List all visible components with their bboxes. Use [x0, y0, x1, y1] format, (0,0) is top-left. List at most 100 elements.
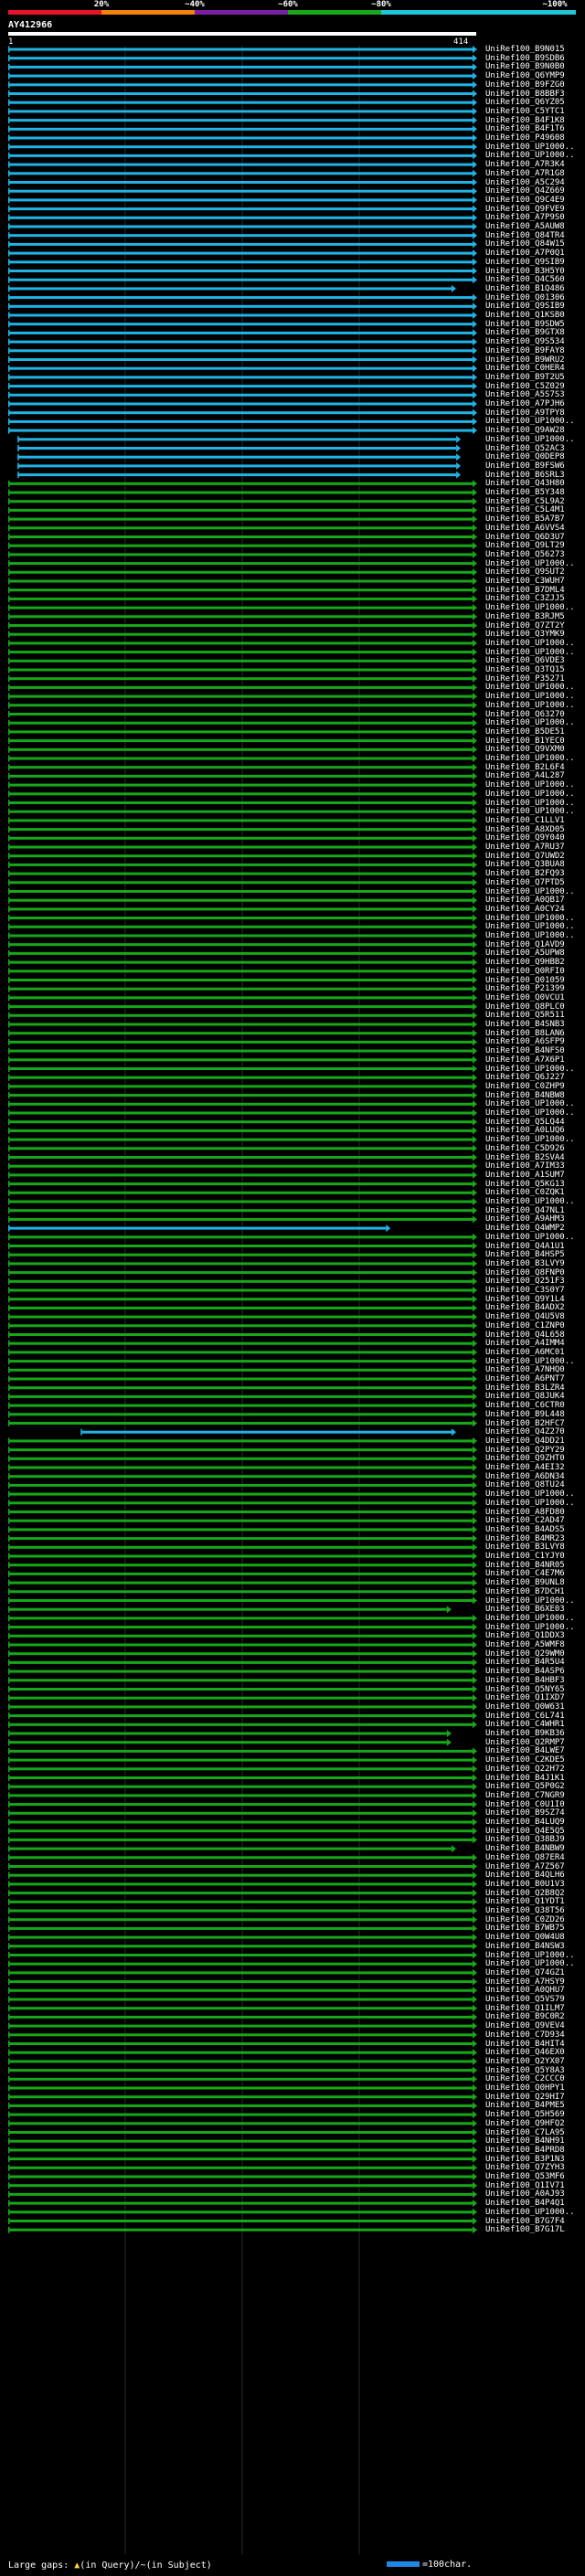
hit-label[interactable]: UniRef100_UP1000..: [485, 1489, 575, 1499]
hit-label[interactable]: UniRef100_C7NGR9: [485, 1791, 565, 1800]
hit-label[interactable]: UniRef100_Q22H72: [485, 1765, 565, 1774]
hit-label[interactable]: UniRef100_B9UNL8: [485, 1578, 565, 1587]
hit-label[interactable]: UniRef100_C0U1I0: [485, 1800, 565, 1809]
hit-label[interactable]: UniRef100_UP1000..: [485, 1135, 575, 1144]
hit-label[interactable]: UniRef100_UP1000..: [485, 931, 575, 940]
hit-bar[interactable]: [17, 435, 462, 443]
hit-label[interactable]: UniRef100_Q38BJ9: [485, 1835, 565, 1844]
hit-label[interactable]: UniRef100_B9SDB6: [485, 54, 565, 63]
hit-label[interactable]: UniRef100_B4NFS0: [485, 1046, 565, 1055]
hit-label[interactable]: UniRef100_Q4Z669: [485, 186, 565, 196]
hit-label[interactable]: UniRef100_UP1000..: [485, 1108, 575, 1118]
hit-label[interactable]: UniRef100_Q29HI7: [485, 2093, 565, 2102]
hit-label[interactable]: UniRef100_Q0HPY1: [485, 2083, 565, 2093]
hit-label[interactable]: UniRef100_C6L741: [485, 1712, 565, 1721]
hit-label[interactable]: UniRef100_P21399: [485, 984, 565, 993]
hit-label[interactable]: UniRef100_B9FZG0: [485, 80, 565, 90]
hit-label[interactable]: UniRef100_Q7ZT2Y: [485, 621, 565, 631]
hit-label[interactable]: UniRef100_Q6YMP9: [485, 71, 565, 80]
hit-label[interactable]: UniRef100_UP1000..: [485, 790, 575, 799]
hit-label[interactable]: UniRef100_A5C294: [485, 178, 565, 187]
hit-label[interactable]: UniRef100_Q9SUT2: [485, 567, 565, 577]
hit-label[interactable]: UniRef100_B5Y348: [485, 488, 565, 497]
hit-label[interactable]: UniRef100_Q5P0G2: [485, 1782, 565, 1791]
hit-label[interactable]: UniRef100_Q6YZ05: [485, 98, 565, 107]
hit-label[interactable]: UniRef100_UP1000..: [485, 603, 575, 612]
hit-bar[interactable]: [17, 471, 462, 479]
hit-label[interactable]: UniRef100_UP1000..: [485, 1357, 575, 1366]
hit-label[interactable]: UniRef100_UP1000..: [485, 922, 575, 931]
hit-label[interactable]: UniRef100_Q6D3U7: [485, 533, 565, 542]
hit-label[interactable]: UniRef100_B4LUQ9: [485, 1818, 565, 1827]
hit-label[interactable]: UniRef100_B8LAN6: [485, 1029, 565, 1038]
hit-label[interactable]: UniRef100_UP1000..: [485, 780, 575, 790]
hit-label[interactable]: UniRef100_A7R1G8: [485, 169, 565, 178]
hit-label[interactable]: UniRef100_A8XD05: [485, 825, 565, 834]
hit-label[interactable]: UniRef100_Q5H569: [485, 2110, 565, 2119]
hit-label[interactable]: UniRef100_Q3BUA8: [485, 860, 565, 869]
hit-label[interactable]: UniRef100_Q9FVE9: [485, 205, 565, 214]
hit-label[interactable]: UniRef100_Q53MF6: [485, 2172, 565, 2181]
hit-label[interactable]: UniRef100_A7X6P1: [485, 1055, 565, 1065]
hit-label[interactable]: UniRef100_Q9SIB9: [485, 258, 565, 267]
hit-label[interactable]: UniRef100_C5YTC1: [485, 107, 565, 116]
hit-bar[interactable]: [8, 284, 456, 292]
hit-label[interactable]: UniRef100_A5UPW8: [485, 949, 565, 958]
hit-label[interactable]: UniRef100_B9L448: [485, 1410, 565, 1419]
hit-label[interactable]: UniRef100_Q9Y1L4: [485, 1295, 565, 1304]
hit-label[interactable]: UniRef100_UP1000..: [485, 1959, 575, 1968]
hit-label[interactable]: UniRef100_C3WUH7: [485, 577, 565, 586]
hit-label[interactable]: UniRef100_Q0W4U8: [485, 1933, 565, 1942]
hit-label[interactable]: UniRef100_Q01059: [485, 976, 565, 985]
hit-label[interactable]: UniRef100_Q2RMP7: [485, 1738, 565, 1747]
hit-label[interactable]: UniRef100_B4NSW3: [485, 1942, 565, 1951]
hit-label[interactable]: UniRef100_A7PJH6: [485, 399, 565, 408]
hit-label[interactable]: UniRef100_A7P9S0: [485, 213, 565, 222]
hit-label[interactable]: UniRef100_A9TPY8: [485, 408, 565, 418]
hit-label[interactable]: UniRef100_B4QLH6: [485, 1871, 565, 1880]
hit-label[interactable]: UniRef100_UP1000..: [485, 1596, 575, 1606]
hit-bar[interactable]: [8, 1845, 456, 1853]
hit-label[interactable]: UniRef100_B9KB36: [485, 1729, 565, 1738]
hit-label[interactable]: UniRef100_B9FAY8: [485, 346, 565, 355]
hit-label[interactable]: UniRef100_Q9AW28: [485, 426, 565, 435]
hit-bar[interactable]: [8, 1730, 452, 1737]
hit-label[interactable]: UniRef100_Q7ZYH3: [485, 2163, 565, 2172]
hit-label[interactable]: UniRef100_Q4L658: [485, 1330, 565, 1340]
hit-label[interactable]: UniRef100_A5S7S3: [485, 390, 565, 399]
hit-label[interactable]: UniRef100_B4PRD8: [485, 2146, 565, 2155]
hit-label[interactable]: UniRef100_Q9Y040: [485, 833, 565, 843]
hit-label[interactable]: UniRef100_UP1000..: [485, 1499, 575, 1508]
hit-label[interactable]: UniRef100_Q9LT29: [485, 541, 565, 550]
hit-label[interactable]: UniRef100_A7NHQ0: [485, 1365, 565, 1374]
hit-label[interactable]: UniRef100_A1SUM7: [485, 1171, 565, 1180]
hit-label[interactable]: UniRef100_B9SZ74: [485, 1808, 565, 1818]
hit-label[interactable]: UniRef100_B3P1N3: [485, 2155, 565, 2164]
hit-label[interactable]: UniRef100_Q2YX07: [485, 2057, 565, 2066]
hit-label[interactable]: UniRef100_C0ZD26: [485, 1915, 565, 1924]
hit-label[interactable]: UniRef100_A4EI32: [485, 1463, 565, 1472]
hit-label[interactable]: UniRef100_C1LLV1: [485, 816, 565, 825]
hit-bar[interactable]: [17, 444, 462, 452]
hit-label[interactable]: UniRef100_UP1000..: [485, 1614, 575, 1623]
hit-label[interactable]: UniRef100_A6PNT7: [485, 1374, 565, 1383]
hit-label[interactable]: UniRef100_Q01306: [485, 293, 565, 302]
hit-label[interactable]: UniRef100_B2FQ93: [485, 869, 565, 878]
hit-label[interactable]: UniRef100_B6SRL3: [485, 471, 565, 480]
hit-label[interactable]: UniRef100_Q7PTD5: [485, 878, 565, 887]
hit-label[interactable]: UniRef100_C5Z029: [485, 382, 565, 391]
hit-label[interactable]: UniRef100_B3LZR4: [485, 1383, 565, 1393]
hit-label[interactable]: UniRef100_B6XE03: [485, 1605, 565, 1614]
hit-label[interactable]: UniRef100_UP1000..: [485, 1623, 575, 1632]
hit-label[interactable]: UniRef100_B3LVY9: [485, 1259, 565, 1268]
hit-label[interactable]: UniRef100_A5WMF8: [485, 1640, 565, 1649]
hit-label[interactable]: UniRef100_A8FD80: [485, 1508, 565, 1517]
hit-label[interactable]: UniRef100_Q5R511: [485, 1011, 565, 1020]
hit-label[interactable]: UniRef100_B4MR23: [485, 1534, 565, 1543]
hit-label[interactable]: UniRef100_B1YEC0: [485, 737, 565, 746]
hit-bar[interactable]: [17, 453, 462, 461]
hit-label[interactable]: UniRef100_P35271: [485, 674, 565, 684]
hit-label[interactable]: UniRef100_B4J1K1: [485, 1774, 565, 1783]
hit-label[interactable]: UniRef100_Q8JUK4: [485, 1392, 565, 1401]
hit-label[interactable]: UniRef100_A4L287: [485, 771, 565, 780]
